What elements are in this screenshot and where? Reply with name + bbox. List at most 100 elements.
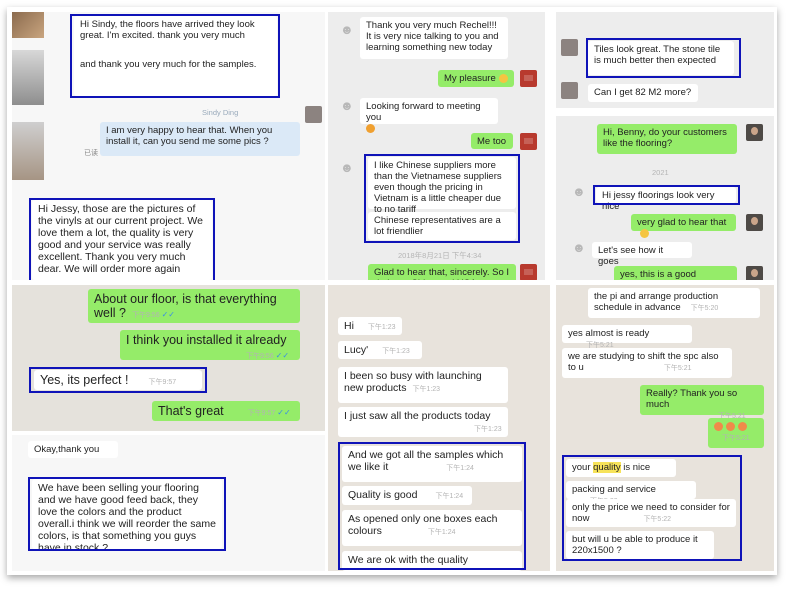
chat-timestamp: 2018年8月21日 下午4:34 (398, 251, 482, 260)
message-bubble: I am very happy to hear that. When you i… (100, 122, 300, 156)
smile-emoji-icon (640, 228, 649, 238)
message-time: 下午5:21 (722, 435, 750, 442)
message-text: we are studying to shift the spc also to… (568, 351, 719, 373)
message-text: About our floor, is that everything well… (94, 292, 277, 320)
screenshot-collage: Hi Sindy, the floors have arrived they l… (7, 7, 777, 575)
message-text: Really? Thank you so much (646, 388, 738, 410)
avatar (520, 133, 537, 150)
message-time: 下午1:23 (382, 348, 410, 355)
avatar (520, 70, 537, 87)
chat-panel-1: Hi Sindy, the floors have arrived they l… (12, 12, 325, 280)
message-bubble: I think you installed it already 下午9:56 ✓✓ (120, 330, 300, 360)
message-bubble: Lucy' 下午1:23 (338, 341, 422, 359)
contact-avatar-icon: ☻ (572, 184, 586, 199)
contact-avatar-icon: ☻ (572, 240, 586, 255)
message-bubble: very glad to hear that (631, 214, 736, 238)
highlight-box (586, 38, 741, 78)
message-time: 下午9:57 (247, 410, 276, 417)
chat-panel-4: Hi, Benny, do your customers like the fl… (556, 116, 774, 280)
emoji-icon (714, 421, 723, 431)
highlight-box (593, 185, 740, 205)
message-text: Thank you very much Rechel!!! It is very… (366, 20, 499, 53)
contact-avatar-icon: ☻ (340, 22, 354, 37)
message-text: Glad to hear that, sincerely. So I do ho… (374, 267, 510, 280)
message-time: 下午9:56 (131, 312, 160, 319)
message-bubble: Can I get 82 M2 more? (588, 84, 698, 102)
chat-timestamp: 2021 (652, 168, 669, 177)
message-bubble: Okay,thank you (28, 441, 118, 458)
read-checkmark-icon: ✓✓ (161, 310, 175, 319)
emoji-icon (366, 123, 375, 133)
message-text: yes almost is ready (568, 328, 650, 339)
read-status: 已读 (84, 150, 98, 157)
message-text: Okay,thank you (34, 444, 100, 455)
chat-panel-7: Hi 下午1:23 Lucy' 下午1:23 I been so busy with… (328, 285, 550, 571)
message-bubble: Let's see how it goes (592, 242, 692, 267)
message-bubble: the pi and arrange production schedule i… (588, 288, 760, 318)
contact-avatar-icon: ☻ (340, 160, 354, 175)
message-time: 下午9:56 (246, 353, 274, 360)
emoji-icon (738, 421, 747, 431)
emoji-icon (726, 421, 735, 431)
message-bubble: Looking forward to meeting you (360, 98, 498, 133)
message-bubble: yes, this is a good begining (614, 266, 737, 280)
chat-panel-5: About our floor, is that everything well… (12, 285, 325, 431)
floor-install-photo (12, 122, 44, 180)
message-bubble: My pleasure (438, 70, 514, 87)
message-time: 下午1:23 (367, 324, 396, 331)
sender-name: Sindy Ding (202, 108, 239, 117)
highlight-box (29, 198, 215, 280)
message-bubble: Hi 下午1:23 (338, 317, 402, 335)
contact-avatar-icon: ☻ (340, 98, 354, 113)
message-text: Lucy' (344, 344, 369, 356)
message-text: Hi, Benny, do your customers like the fl… (603, 127, 727, 149)
highlight-box (562, 455, 742, 561)
message-text: I am very happy to hear that. When you i… (106, 125, 273, 147)
message-text: Looking forward to meeting you (366, 101, 481, 123)
message-bubble: That's great 下午9:57 ✓✓ (152, 401, 300, 421)
avatar (746, 266, 763, 280)
message-time: 下午1:23 (474, 426, 502, 433)
message-text: I just saw all the products today (344, 410, 491, 422)
read-checkmark-icon: ✓✓ (277, 408, 291, 417)
message-text: That's great (158, 404, 224, 418)
message-text: My pleasure (444, 73, 496, 84)
message-bubble: Really? Thank you so much 下午5:21 (640, 385, 764, 420)
chat-panel-6: Okay,thank you We have been selling your… (12, 435, 325, 571)
avatar (746, 214, 763, 231)
message-text: Hi (344, 320, 354, 332)
highlight-box (364, 154, 520, 243)
message-bubble: Glad to hear that, sincerely. So I do ho… (368, 264, 516, 280)
message-bubble: Me too (471, 133, 513, 149)
message-text: Me too (477, 136, 507, 147)
message-text: yes, this is a good begining (620, 269, 697, 280)
wood-floor-photo (12, 12, 44, 38)
message-text: very glad to hear that (637, 217, 727, 228)
chat-panel-3: Tiles look great. The stone tile is much… (556, 12, 774, 108)
message-bubble: Hi, Benny, do your customers like the fl… (597, 124, 737, 154)
avatar (561, 82, 578, 99)
avatar (561, 39, 578, 56)
highlight-box (338, 442, 526, 570)
message-bubble: Thank you very much Rechel!!! It is very… (360, 17, 508, 59)
highlight-box (70, 14, 280, 98)
message-bubble: we are studying to shift the spc also to… (562, 348, 732, 378)
message-time: 下午5:20 (690, 305, 719, 312)
message-bubble: yes almost is ready下午5:21 (562, 325, 692, 349)
message-bubble: I just saw all the products today 下午1:23 (338, 407, 508, 437)
smile-emoji-icon (498, 73, 508, 83)
chat-panel-2: ☻ Thank you very much Rechel!!! It is ve… (328, 12, 545, 280)
avatar (305, 106, 322, 123)
room-photo (12, 50, 44, 105)
message-bubble: I been so busy with launching new produc… (338, 367, 508, 403)
message-text: I think you installed it already (126, 333, 287, 347)
highlight-box (29, 367, 207, 393)
message-text: Let's see how it goes (598, 245, 664, 267)
message-bubble: About our floor, is that everything well… (88, 289, 300, 323)
read-checkmark-icon: ✓✓ (275, 351, 290, 360)
message-text: Can I get 82 M2 more? (594, 87, 692, 98)
highlight-box (28, 477, 226, 551)
message-time: 下午1:23 (412, 386, 441, 393)
chat-panel-8: the pi and arrange production schedule i… (556, 285, 774, 571)
message-bubble: 下午5:21 (708, 418, 764, 448)
